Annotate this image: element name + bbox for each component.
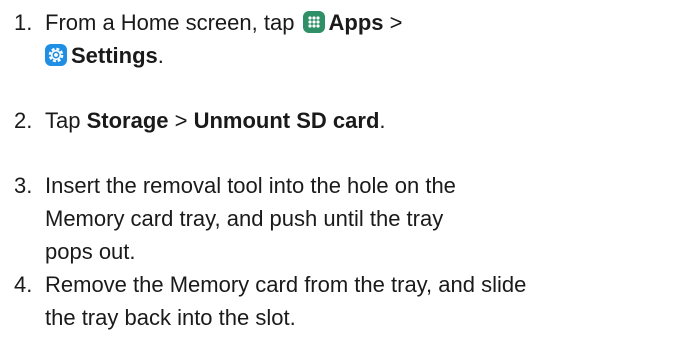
step-2: 2. Tap Storage > Unmount SD card. <box>14 104 681 137</box>
settings-gear-icon <box>45 44 67 66</box>
step-text: Tap Storage > Unmount SD card. <box>45 104 681 137</box>
unmount-sd-card-label: Unmount SD card <box>193 108 380 133</box>
apps-grid-icon <box>302 11 325 33</box>
storage-label: Storage <box>86 108 169 133</box>
step-text: From a Home screen, tap Apps > Settings. <box>45 6 681 72</box>
step-line: Insert the removal tool into the hole on… <box>45 173 456 198</box>
step-line: pops out. <box>45 239 136 264</box>
step-number: 3. <box>14 173 33 198</box>
step-line: the tray back into the slot. <box>45 305 296 330</box>
step-text: Insert the removal tool into the hole on… <box>45 169 681 268</box>
instruction-steps: 1. From a Home screen, tap Apps > Settin… <box>0 0 681 354</box>
menu-separator: > <box>383 10 403 35</box>
step-end: . <box>157 43 164 68</box>
step-text: Remove the Memory card from the tray, an… <box>45 268 681 334</box>
apps-label: Apps <box>328 10 384 35</box>
step-number: 2. <box>14 108 33 133</box>
step-text-intro: Tap <box>45 108 87 133</box>
step-3: 3. Insert the removal tool into the hole… <box>14 169 681 268</box>
settings-label: Settings <box>71 43 158 68</box>
step-line: Remove the Memory card from the tray, an… <box>45 272 527 297</box>
menu-separator: > <box>168 108 194 133</box>
step-1: 1. From a Home screen, tap Apps > Settin… <box>14 6 681 72</box>
step-number: 4. <box>14 272 33 297</box>
step-4: 4. Remove the Memory card from the tray,… <box>14 268 681 334</box>
step-text-intro: From a Home screen, tap <box>45 10 301 35</box>
step-line: Memory card tray, and push until the tra… <box>45 206 444 231</box>
step-end: . <box>379 108 386 133</box>
step-number: 1. <box>14 10 33 35</box>
